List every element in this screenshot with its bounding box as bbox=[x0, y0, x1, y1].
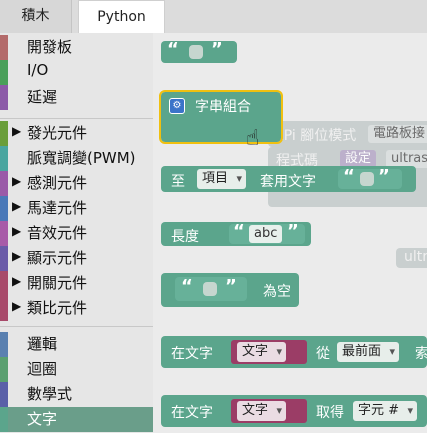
hand-cursor-icon: ☝ bbox=[246, 126, 260, 151]
category-label: I/O bbox=[27, 61, 49, 79]
category-color-swatch bbox=[0, 407, 8, 432]
workspace[interactable]: RPi 腳位模式 電路板接 程式碼 設定 ultrason a ultr “ ”… bbox=[153, 33, 427, 433]
block-label: 至 bbox=[171, 174, 185, 190]
category-color-swatch bbox=[0, 146, 8, 171]
category-label: 延遲 bbox=[27, 88, 58, 106]
block-label: 在文字 bbox=[171, 346, 213, 362]
category-label: 發光元件 bbox=[27, 124, 88, 142]
text-slot-block[interactable]: “ ” bbox=[338, 166, 402, 189]
expand-arrow-icon[interactable]: ▶ bbox=[12, 224, 21, 238]
variable-dropdown[interactable]: 項目 bbox=[197, 169, 247, 189]
category-label: 類比元件 bbox=[27, 299, 88, 317]
toolbox-category[interactable]: ▶ 發光元件 bbox=[0, 121, 153, 146]
ghost-block-label: ultr bbox=[404, 249, 427, 265]
block-label: 索 bbox=[415, 346, 427, 362]
expand-arrow-icon[interactable]: ▶ bbox=[12, 249, 21, 263]
toolbox-category[interactable]: 延遲 bbox=[0, 85, 153, 110]
category-label: 感測元件 bbox=[27, 174, 88, 192]
category-color-swatch bbox=[0, 171, 8, 196]
toolbox-category[interactable]: 文字 bbox=[0, 407, 153, 432]
variable-dropdown[interactable]: 文字 bbox=[237, 401, 287, 421]
block-text-join[interactable]: ⚙ 字串組合 bbox=[159, 90, 283, 144]
block-text[interactable]: “ ” bbox=[161, 39, 237, 63]
text-slot[interactable] bbox=[360, 172, 374, 186]
category-color-swatch bbox=[0, 85, 8, 110]
block-label: 長度 bbox=[171, 229, 199, 245]
category-color-swatch bbox=[0, 121, 8, 146]
position-dropdown[interactable]: 字元 # bbox=[353, 401, 418, 421]
expand-arrow-icon[interactable]: ▶ bbox=[12, 274, 21, 288]
variable-block[interactable]: 文字 bbox=[231, 399, 307, 423]
block-text-isempty[interactable]: “ ” 為空 bbox=[161, 273, 299, 307]
category-label: 開發板 bbox=[27, 38, 73, 56]
block-text-indexof[interactable]: 在文字 文字 從 最前面 索 bbox=[161, 336, 427, 368]
text-slot[interactable] bbox=[203, 282, 217, 296]
category-label: 開關元件 bbox=[27, 274, 88, 292]
category-color-swatch bbox=[0, 271, 8, 296]
toolbox-category[interactable]: ▶ 類比元件 bbox=[0, 296, 153, 321]
category-label: 脈寬調變(PWM) bbox=[27, 149, 136, 167]
toolbox-separator bbox=[0, 118, 153, 119]
category-color-swatch bbox=[0, 246, 8, 271]
category-color-swatch bbox=[0, 382, 8, 407]
block-label: 取得 bbox=[316, 405, 344, 421]
text-value[interactable]: abc bbox=[249, 225, 283, 243]
category-label: 邏輯 bbox=[27, 335, 58, 353]
expand-arrow-icon[interactable]: ▶ bbox=[12, 174, 21, 188]
category-label: 馬達元件 bbox=[27, 199, 88, 217]
tab-blocks[interactable]: 積木 bbox=[0, 0, 72, 33]
text-slot[interactable] bbox=[189, 45, 203, 59]
toolbox-category[interactable]: ▶ 馬達元件 bbox=[0, 196, 153, 221]
toolbox-category[interactable]: ▶ 感測元件 bbox=[0, 171, 153, 196]
expand-arrow-icon[interactable]: ▶ bbox=[12, 124, 21, 138]
variable-dropdown[interactable]: 文字 bbox=[237, 342, 287, 362]
block-text-charat[interactable]: 在文字 文字 取得 字元 # bbox=[161, 395, 427, 427]
block-text-append[interactable]: 至 項目 套用文字 “ ” bbox=[161, 166, 416, 192]
expand-arrow-icon[interactable]: ▶ bbox=[12, 199, 21, 213]
toolbox-category[interactable]: ▶ 音效元件 bbox=[0, 221, 153, 246]
tab-bar: 積木 Python bbox=[0, 0, 427, 33]
toolbox-category[interactable]: ▶ 開關元件 bbox=[0, 271, 153, 296]
block-label: 為空 bbox=[263, 284, 291, 300]
category-label: 迴圈 bbox=[27, 360, 58, 378]
category-color-swatch bbox=[0, 60, 8, 85]
toolbox-category[interactable]: 邏輯 bbox=[0, 332, 153, 357]
category-color-swatch bbox=[0, 332, 8, 357]
block-label: 字串組合 bbox=[195, 99, 251, 115]
block-label: 套用文字 bbox=[260, 174, 316, 190]
block-label: 在文字 bbox=[171, 405, 213, 421]
text-slot-block[interactable]: “ ” bbox=[175, 276, 247, 301]
toolbox: 開發板 I/O 延遲 ▶ 發光元件脈寬調變(PWM) ▶ 感測元件 ▶ 馬達元件 ▶ 音效元件 ▶ 顯示… bbox=[0, 33, 153, 433]
category-label: 顯示元件 bbox=[27, 249, 88, 267]
category-color-swatch bbox=[0, 357, 8, 382]
category-label: 文字 bbox=[27, 410, 58, 428]
block-text-length[interactable]: 長度 “ abc ” bbox=[161, 221, 311, 246]
toolbox-category[interactable]: ▶ 顯示元件 bbox=[0, 246, 153, 271]
toolbox-category[interactable]: 迴圈 bbox=[0, 357, 153, 382]
toolbox-category[interactable]: 開發板 bbox=[0, 35, 153, 60]
variable-block[interactable]: 文字 bbox=[231, 340, 307, 364]
gear-icon[interactable]: ⚙ bbox=[169, 98, 185, 114]
ghost-block-label: RPi 腳位模式 bbox=[274, 128, 357, 144]
block-label: 從 bbox=[316, 346, 330, 362]
ghost-block-rpi-pin-mode: RPi 腳位模式 電路板接 bbox=[268, 121, 427, 147]
toolbox-category[interactable]: 脈寬調變(PWM) bbox=[0, 146, 153, 171]
ghost-block-dropdown: 電路板接 bbox=[368, 125, 427, 143]
category-label: 音效元件 bbox=[27, 224, 88, 242]
expand-arrow-icon[interactable]: ▶ bbox=[12, 299, 21, 313]
text-value-block[interactable]: “ abc ” bbox=[229, 221, 305, 244]
category-color-swatch bbox=[0, 221, 8, 246]
position-dropdown[interactable]: 最前面 bbox=[337, 342, 400, 362]
toolbox-separator bbox=[0, 326, 153, 327]
category-color-swatch bbox=[0, 296, 8, 321]
toolbox-category[interactable]: I/O bbox=[0, 60, 153, 85]
category-label: 數學式 bbox=[27, 385, 73, 403]
tab-python[interactable]: Python bbox=[78, 0, 165, 33]
ghost-block-ultrasonic: ultr bbox=[396, 248, 427, 268]
category-color-swatch bbox=[0, 35, 8, 60]
toolbox-category[interactable]: 數學式 bbox=[0, 382, 153, 407]
category-color-swatch bbox=[0, 196, 8, 221]
